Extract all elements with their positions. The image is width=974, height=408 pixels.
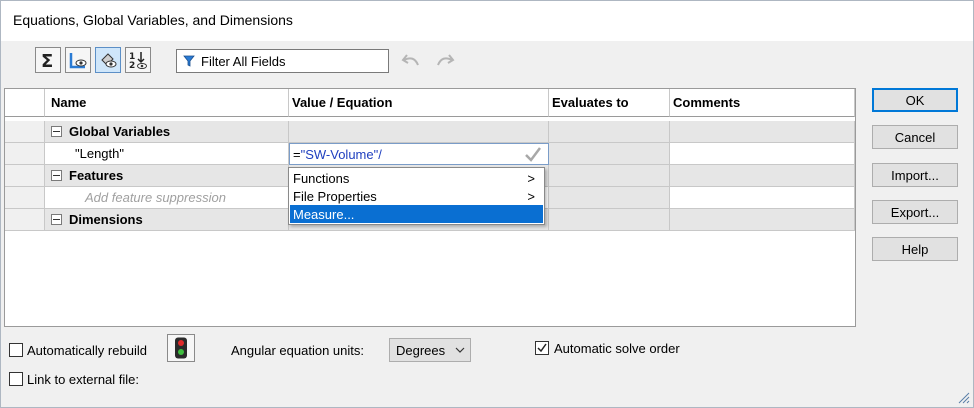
table-row[interactable]: "Length" = "SW-Volume"/ <box>5 143 855 165</box>
redo-icon <box>437 54 455 66</box>
angular-units-value: Degrees <box>396 342 446 358</box>
collapse-icon[interactable] <box>51 126 62 137</box>
equation-view-button[interactable] <box>95 47 121 73</box>
equation-input[interactable]: = "SW-Volume"/ <box>289 143 549 165</box>
angular-units-select[interactable]: Degrees <box>389 338 471 362</box>
group-label: Features <box>69 168 124 183</box>
group-row-global-variables[interactable]: Global Variables <box>5 121 855 143</box>
svg-text:Σ: Σ <box>41 51 53 70</box>
angular-units-label: Angular equation units: <box>231 343 364 358</box>
submenu-arrow-icon: > <box>527 170 535 186</box>
auto-solve-label: Automatic solve order <box>554 341 680 356</box>
filter-text: Filter All Fields <box>201 53 286 69</box>
feature-placeholder: Add feature suppression <box>85 190 226 205</box>
menu-item-file-properties[interactable]: File Properties > <box>290 187 543 205</box>
autocomplete-menu: Functions > File Properties > Measure... <box>288 167 545 225</box>
filter-icon <box>183 55 195 67</box>
dialog-title: Equations, Global Variables, and Dimensi… <box>13 12 293 28</box>
group-label: Global Variables <box>69 124 171 139</box>
group-label: Dimensions <box>69 212 143 227</box>
undo-icon <box>401 54 419 66</box>
traffic-light-icon <box>175 337 187 359</box>
header-value[interactable]: Value / Equation <box>289 89 549 117</box>
checkmark-icon[interactable] <box>524 146 542 162</box>
import-button[interactable]: Import... <box>872 163 958 187</box>
header-comments[interactable]: Comments <box>670 89 855 117</box>
resize-grip-icon[interactable] <box>956 390 970 404</box>
table-header: Name Value / Equation Evaluates to Comme… <box>5 89 855 117</box>
chevron-down-icon <box>455 347 465 353</box>
variable-name[interactable]: "Length" <box>45 143 289 165</box>
svg-text:2: 2 <box>129 61 135 70</box>
equations-dialog: Equations, Global Variables, and Dimensi… <box>0 0 974 408</box>
link-external-label: Link to external file: <box>27 372 140 387</box>
equation-view-icon <box>101 53 117 68</box>
sigma-icon: Σ <box>41 51 53 70</box>
equation-text: "SW-Volume"/ <box>300 146 382 162</box>
redo-button[interactable] <box>433 51 455 74</box>
ordered-view-icon: 1 2 <box>129 52 147 70</box>
equation-prefix: = <box>293 146 301 162</box>
undo-button[interactable] <box>401 51 423 74</box>
checkmark-icon <box>537 343 547 353</box>
auto-rebuild-checkbox[interactable] <box>9 343 23 357</box>
export-button[interactable]: Export... <box>872 200 958 224</box>
filter-field[interactable]: Filter All Fields <box>176 49 389 73</box>
title-bar: Equations, Global Variables, and Dimensi… <box>1 1 973 41</box>
collapse-icon[interactable] <box>51 214 62 225</box>
ordered-view-button[interactable]: 1 2 <box>125 47 151 73</box>
submenu-arrow-icon: > <box>527 188 535 204</box>
rebuild-button[interactable] <box>167 334 195 362</box>
link-external-checkbox[interactable] <box>9 372 23 386</box>
header-evaluates[interactable]: Evaluates to <box>549 89 670 117</box>
cancel-button[interactable]: Cancel <box>872 125 958 149</box>
collapse-icon[interactable] <box>51 170 62 181</box>
dimension-view-icon <box>69 53 87 69</box>
help-button[interactable]: Help <box>872 237 958 261</box>
menu-item-measure[interactable]: Measure... <box>290 205 543 223</box>
dimension-view-button[interactable] <box>65 47 91 73</box>
auto-rebuild-label: Automatically rebuild <box>27 343 147 358</box>
header-name[interactable]: Name <box>45 89 289 117</box>
ok-button[interactable]: OK <box>872 88 958 112</box>
auto-solve-checkbox[interactable] <box>535 341 549 355</box>
sigma-button[interactable]: Σ <box>35 47 61 73</box>
menu-item-functions[interactable]: Functions > <box>290 169 543 187</box>
